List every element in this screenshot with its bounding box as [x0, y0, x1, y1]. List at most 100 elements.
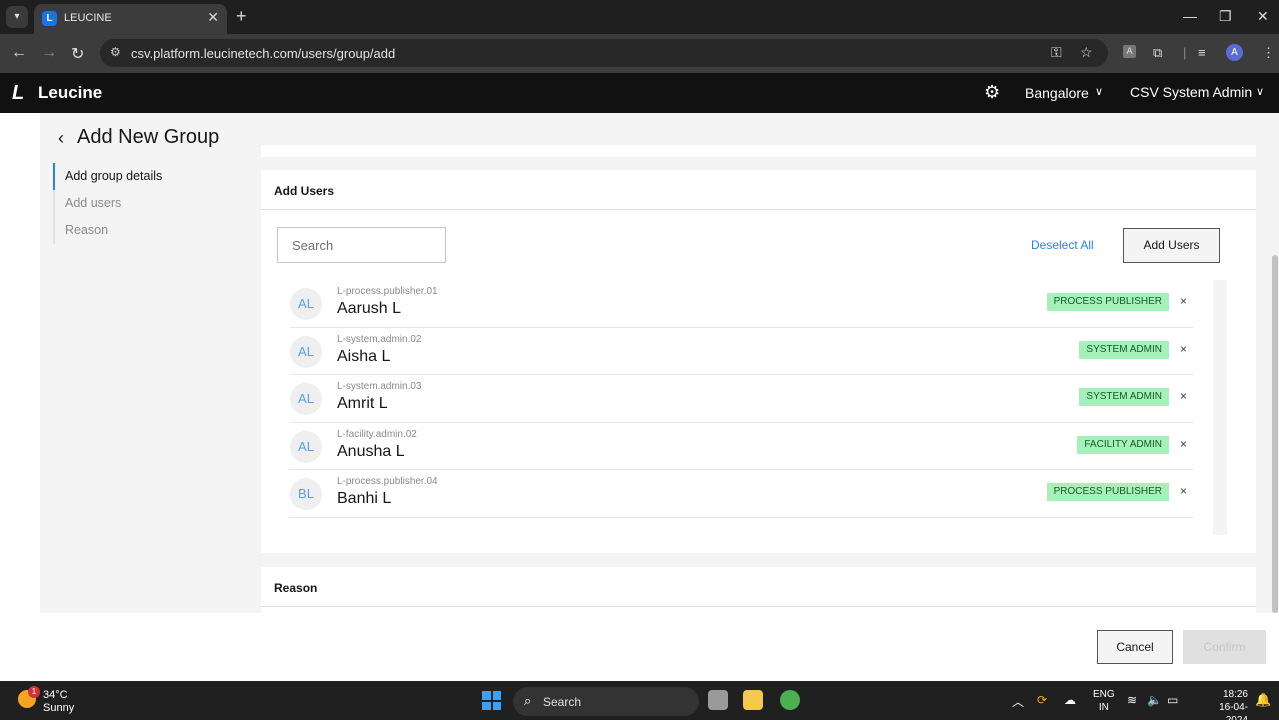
temperature[interactable]: 34°C: [43, 689, 68, 701]
avatar: AL: [290, 383, 322, 415]
chrome-icon[interactable]: [780, 690, 800, 710]
list-item: AL L-process.publisher.01 Aarush L PROCE…: [290, 280, 1193, 328]
chevron-down-icon[interactable]: ∨: [1256, 85, 1264, 98]
tab-close-icon[interactable]: ✕: [207, 9, 219, 26]
add-users-heading: Add Users: [261, 170, 1256, 210]
left-gutter: [0, 113, 40, 681]
user-name: Anusha L: [337, 442, 405, 460]
battery-icon[interactable]: ▭: [1167, 693, 1178, 707]
site-info-icon[interactable]: ⚙: [110, 45, 121, 59]
user-list-scrollbar[interactable]: [1213, 280, 1227, 535]
avatar: AL: [290, 288, 322, 320]
role-badge: SYSTEM ADMIN: [1079, 388, 1169, 406]
add-users-button[interactable]: Add Users: [1123, 228, 1220, 263]
list-item: AL L-facility.admin.02 Anusha L FACILITY…: [290, 423, 1193, 470]
settings-gear-icon[interactable]: ⚙: [984, 82, 1000, 103]
extensions-puzzle-icon[interactable]: ⧉: [1153, 45, 1162, 61]
search-icon: ⌕: [524, 693, 532, 708]
forward-arrow-icon[interactable]: →: [41, 44, 57, 62]
form-footer: [40, 613, 1279, 681]
remove-user-icon[interactable]: ×: [1180, 437, 1187, 451]
user-name: Amrit L: [337, 395, 388, 412]
new-tab-icon[interactable]: +: [236, 6, 247, 27]
remove-user-icon[interactable]: ×: [1180, 389, 1187, 403]
role-badge: PROCESS PUBLISHER: [1046, 483, 1169, 501]
remove-user-icon[interactable]: ×: [1180, 294, 1187, 308]
list-item: BL L-process.publisher.04 Banhi L PROCES…: [290, 470, 1193, 518]
taskbar-search[interactable]: ⌕ Search: [513, 687, 699, 716]
list-item: AL L-system.admin.03 Amrit L SYSTEM ADMI…: [290, 375, 1193, 423]
page-scrollbar-thumb[interactable]: [1272, 255, 1278, 613]
reload-icon[interactable]: ↻: [71, 44, 84, 64]
step-add-group-details[interactable]: Add group details: [53, 163, 162, 190]
password-key-icon[interactable]: ⚿: [1051, 44, 1062, 61]
user-id: L-system.admin.03: [337, 381, 422, 392]
task-view-icon[interactable]: [708, 690, 728, 710]
browser-menu-icon[interactable]: ⋮: [1262, 45, 1275, 61]
confirm-button[interactable]: Confirm: [1183, 630, 1266, 664]
media-queue-icon[interactable]: ≡: [1198, 45, 1206, 60]
address-bar[interactable]: ⚙ csv.platform.leucinetech.com/users/gro…: [100, 39, 1108, 67]
add-users-card: Add Users Search Deselect All Add Users …: [261, 170, 1256, 553]
user-id: L-facility.admin.02: [337, 428, 417, 440]
step-add-users[interactable]: Add users: [53, 190, 162, 217]
reason-card: Reason: [261, 567, 1256, 613]
deselect-all-link[interactable]: Deselect All: [1031, 238, 1094, 252]
sync-icon[interactable]: ⟳: [1037, 693, 1047, 707]
user-id: L-system.admin.02: [337, 333, 422, 345]
back-arrow-icon[interactable]: ←: [11, 44, 27, 62]
tray-overflow-chevron-icon[interactable]: ︿: [1012, 693, 1024, 710]
leucine-logo-icon: L: [12, 82, 25, 104]
page-title: Add New Group: [77, 126, 220, 148]
toolbar-divider: |: [1183, 45, 1187, 60]
taskbar-search-label: Search: [543, 695, 582, 709]
minimize-icon[interactable]: —: [1183, 8, 1197, 24]
user-name: Aisha L: [337, 347, 391, 365]
user-menu[interactable]: CSV System Admin: [1130, 84, 1252, 100]
reason-heading: Reason: [261, 567, 1256, 607]
weather-condition[interactable]: Sunny: [43, 702, 74, 714]
browser-tab[interactable]: L LEUCINE ✕: [34, 4, 227, 34]
app-header: L Leucine ⚙ Bangalore ∨ CSV System Admin…: [0, 73, 1279, 113]
remove-user-icon[interactable]: ×: [1180, 484, 1187, 498]
window-close-icon[interactable]: ✕: [1257, 8, 1269, 25]
volume-icon[interactable]: 🔈: [1147, 693, 1162, 707]
browser-tab-bar: ▾ L LEUCINE ✕ + — ❐ ✕: [0, 0, 1279, 34]
translate-extension-icon[interactable]: A: [1123, 45, 1136, 58]
role-badge: SYSTEM ADMIN: [1079, 340, 1169, 359]
user-name: Aarush L: [337, 300, 402, 317]
tab-search-chevron-icon[interactable]: ▾: [6, 6, 28, 28]
windows-start-icon[interactable]: [482, 691, 501, 710]
step-reason[interactable]: Reason: [53, 217, 162, 244]
back-chevron-icon[interactable]: ‹: [58, 128, 64, 149]
bookmark-star-icon[interactable]: ☆: [1080, 44, 1093, 61]
wifi-icon[interactable]: ≋: [1127, 693, 1137, 707]
user-id: L-process.publisher.01: [337, 286, 438, 297]
search-input[interactable]: Search: [277, 227, 446, 263]
onedrive-cloud-icon[interactable]: ☁: [1064, 693, 1076, 707]
notification-bell-icon[interactable]: 🔔: [1255, 692, 1271, 708]
avatar: AL: [290, 335, 322, 368]
lang-code: ENG: [1093, 689, 1115, 700]
user-id: L-process.publisher.04: [337, 476, 438, 487]
system-clock[interactable]: 18:26 16-04-2024: [1208, 688, 1248, 720]
restore-icon[interactable]: ❐: [1219, 8, 1232, 25]
lang-region: IN: [1098, 702, 1109, 713]
profile-avatar[interactable]: A: [1226, 44, 1243, 61]
remove-user-icon[interactable]: ×: [1180, 342, 1187, 356]
role-badge: PROCESS PUBLISHER: [1046, 293, 1169, 311]
facility-selector[interactable]: Bangalore: [1025, 85, 1089, 101]
role-badge: FACILITY ADMIN: [1077, 435, 1169, 454]
avatar: BL: [290, 478, 322, 510]
cancel-button[interactable]: Cancel: [1097, 630, 1173, 664]
step-navigation: Add group details Add users Reason: [53, 163, 162, 244]
url-text[interactable]: csv.platform.leucinetech.com/users/group…: [131, 46, 395, 61]
browser-toolbar: ← → ↻ ⚙ csv.platform.leucinetech.com/use…: [0, 34, 1279, 73]
brand-name: Leucine: [38, 83, 103, 102]
chevron-down-icon[interactable]: ∨: [1095, 85, 1103, 98]
clock-time: 18:26: [1222, 689, 1248, 700]
group-details-card-bottom: [261, 145, 1256, 157]
file-explorer-icon[interactable]: [743, 690, 763, 710]
language-indicator[interactable]: ENG IN: [1093, 688, 1115, 714]
list-item: AL L-system.admin.02 Aisha L SYSTEM ADMI…: [290, 328, 1193, 375]
